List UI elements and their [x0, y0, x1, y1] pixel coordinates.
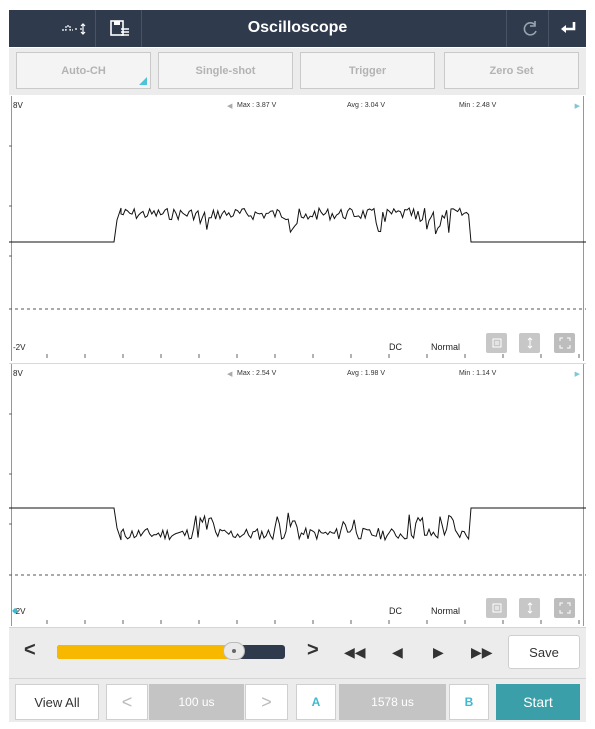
step-back-icon[interactable]: ◀ [392, 644, 403, 661]
channel2-fullscreen-button[interactable] [554, 598, 575, 618]
channel2-settings-button[interactable] [486, 598, 507, 618]
timeline-next-button[interactable]: > [307, 639, 319, 662]
settings-icon [492, 338, 501, 348]
channel2-scope[interactable]: 8V -2V ◆ ◀ Max : 2.54 V Avg : 1.98 V Min… [9, 363, 586, 626]
cursor-b-button[interactable]: B [449, 684, 489, 720]
bottom-toolbar: View All < 100 us > A 1578 us B Start [9, 678, 586, 722]
channel1-coupling: DC [389, 342, 402, 352]
step-forward-icon[interactable]: ▶ [433, 644, 444, 661]
expand-icon [559, 602, 570, 614]
channel1-waveform [9, 145, 586, 358]
channel2-coupling: DC [389, 606, 402, 616]
timeline-slider-thumb[interactable] [222, 642, 245, 660]
single-shot-button[interactable]: Single-shot [158, 52, 293, 89]
save-button[interactable]: Save [508, 635, 580, 669]
channel1-fullscreen-button[interactable] [554, 333, 575, 353]
timebase-increase-button[interactable]: > [245, 684, 288, 720]
auto-ch-button[interactable]: Auto-CH [16, 52, 151, 89]
mode-toolbar: Auto-CH Single-shot Trigger Zero Set [9, 48, 586, 95]
trigger-label: Trigger [348, 64, 387, 77]
zero-set-button[interactable]: Zero Set [444, 52, 579, 89]
back-icon[interactable] [549, 10, 586, 47]
timebase-value: 100 us [149, 684, 244, 720]
auto-ch-label: Auto-CH [61, 64, 106, 77]
dropdown-corner-icon [139, 77, 147, 85]
channel1-scope[interactable]: 8V -2V ◀ Max : 3.87 V Avg : 3.04 V Min :… [9, 96, 586, 361]
timeline-slider-fill [57, 645, 235, 659]
page-title: Oscilloscope [247, 19, 348, 36]
view-all-button[interactable]: View All [15, 684, 99, 720]
channel2-waveform [9, 413, 586, 624]
timeline-prev-button[interactable]: < [24, 639, 36, 662]
forward-fast-icon[interactable]: ▶▶ [471, 644, 493, 661]
expand-icon [559, 337, 570, 349]
title-bar: Oscilloscope [9, 10, 586, 47]
trigger-button[interactable]: Trigger [300, 52, 435, 89]
cursor-a-button[interactable]: A [296, 684, 336, 720]
vertical-scale-icon [527, 602, 532, 614]
refresh-icon[interactable] [511, 10, 548, 47]
settings-icon [492, 603, 501, 613]
timebase-decrease-button[interactable]: < [106, 684, 148, 720]
channel1-settings-button[interactable] [486, 333, 507, 353]
cursor-time-value: 1578 us [339, 684, 446, 720]
channel1-mode: Normal [431, 342, 461, 352]
timeline-slider[interactable] [57, 642, 285, 660]
rewind-fast-icon[interactable]: ◀◀ [344, 644, 366, 661]
channel2-scale-button[interactable] [519, 598, 540, 618]
vertical-scale-icon [527, 337, 532, 349]
start-button[interactable]: Start [496, 684, 580, 720]
channel1-scale-button[interactable] [519, 333, 540, 353]
single-shot-label: Single-shot [195, 64, 256, 77]
channel2-mode: Normal [431, 606, 461, 616]
zero-set-label: Zero Set [489, 64, 534, 77]
playback-controls: < > ◀◀ ◀ ▶ ▶▶ Save [9, 627, 586, 678]
